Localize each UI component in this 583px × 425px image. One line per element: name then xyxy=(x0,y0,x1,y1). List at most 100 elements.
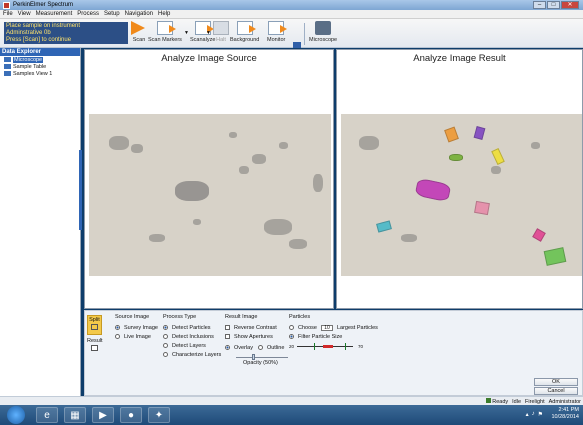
radio xyxy=(163,352,168,357)
outline-label: Outline xyxy=(266,344,285,351)
window-controls: – □ ✕ xyxy=(533,1,579,9)
flag-icon[interactable]: ⚑ xyxy=(538,411,543,418)
result-image-group: Result Image Reverse Contrast Show Apert… xyxy=(225,314,288,366)
tree-item-microscope[interactable]: Microscope xyxy=(0,56,80,63)
characterize-layers-option[interactable]: Characterize Layers xyxy=(163,350,221,359)
opacity-label: Opacity (50%) xyxy=(243,360,278,366)
browser-icon[interactable]: e xyxy=(36,407,58,423)
display-mode-options: Overlay Outline xyxy=(225,343,288,352)
detect-layers-option[interactable]: Detect Layers xyxy=(163,341,221,350)
ok-button[interactable]: OK xyxy=(534,378,578,386)
chrome-icon[interactable]: ● xyxy=(120,407,142,423)
opacity-slider[interactable] xyxy=(236,354,288,360)
spectrum-app-icon[interactable]: ✦ xyxy=(148,407,170,423)
tree-item-label: Sample Table xyxy=(13,63,47,70)
particles-group: Particles Choose 10 Largest Particles Fi… xyxy=(289,314,378,351)
sidebar-splitter[interactable] xyxy=(79,150,82,230)
network-icon[interactable]: ▴ xyxy=(526,411,529,418)
instruction-line-3: Press [Scan] to continue xyxy=(6,37,72,43)
tree-item-sample-table[interactable]: Sample Table xyxy=(0,63,80,70)
option-label: Live Image xyxy=(124,333,151,340)
source-panel-title: Analyze Image Source xyxy=(161,53,257,64)
scanalyze-dropdown-icon[interactable]: ▼ xyxy=(206,30,211,36)
menu-navigation[interactable]: Navigation xyxy=(125,11,153,17)
radio xyxy=(163,334,168,339)
clock-date: 10/28/2014 xyxy=(551,414,579,420)
scanalyze-button[interactable]: Scanalyze xyxy=(190,21,215,43)
survey-image-option[interactable]: Survey Image xyxy=(115,323,158,332)
background-button[interactable]: Background xyxy=(230,21,259,43)
scan-button[interactable]: Scan xyxy=(131,21,147,43)
particle-overlay xyxy=(474,200,490,216)
close-button[interactable]: ✕ xyxy=(561,1,579,9)
show-apertures-checkbox[interactable]: Show Apertures xyxy=(225,332,288,341)
result-view-button[interactable]: Result xyxy=(87,338,103,358)
result-image-panel: Analyze Image Result xyxy=(336,49,583,309)
reverse-contrast-checkbox[interactable]: Reverse Contrast xyxy=(225,323,288,332)
particle-overlay xyxy=(532,228,546,242)
media-player-icon[interactable]: ▶ xyxy=(92,407,114,423)
choose-option[interactable]: Choose 10 Largest Particles xyxy=(289,323,378,332)
toolbar-separator xyxy=(304,23,305,45)
app-icon xyxy=(3,1,10,9)
option-label: Detect Layers xyxy=(172,342,206,349)
live-image-option[interactable]: Live Image xyxy=(115,332,158,341)
status-firelight: Firelight xyxy=(525,398,545,405)
range-max-handle[interactable] xyxy=(345,343,346,350)
radio xyxy=(289,325,294,330)
particle-overlay xyxy=(543,247,567,266)
filter-size-option[interactable]: Filter Particle Size xyxy=(289,332,378,341)
menu-setup[interactable]: Setup xyxy=(104,11,120,17)
volume-icon[interactable]: ♪ xyxy=(532,411,535,418)
data-explorer-header: Data Explorer xyxy=(0,48,80,56)
tree-item-label: Microscope xyxy=(13,56,44,63)
menu-measurement[interactable]: Measurement xyxy=(36,11,73,17)
menu-help[interactable]: Help xyxy=(158,11,170,17)
scan-markers-dropdown-icon[interactable]: ▼ xyxy=(184,30,189,36)
option-label: Survey Image xyxy=(124,324,158,331)
menu-file[interactable]: File xyxy=(3,11,13,17)
slider-thumb[interactable] xyxy=(252,354,255,360)
outline-radio[interactable] xyxy=(257,345,263,350)
option-label: Detect Inclusions xyxy=(172,333,214,340)
scan-markers-button[interactable]: Scan Markers xyxy=(148,21,182,43)
radio xyxy=(115,334,120,339)
cancel-button[interactable]: Cancel xyxy=(534,387,578,395)
microscope-button[interactable]: Microscope xyxy=(309,21,337,43)
particle-overlay xyxy=(491,148,505,165)
radio xyxy=(163,343,168,348)
particle-count-input[interactable]: 10 xyxy=(320,324,333,331)
instruction-line-1: Place sample on instrument xyxy=(6,23,81,29)
start-button[interactable] xyxy=(7,406,25,424)
microscope-icon xyxy=(4,57,11,62)
range-max-label: 70 xyxy=(357,344,363,349)
view-icon xyxy=(4,71,11,76)
maximize-button[interactable]: □ xyxy=(547,1,560,9)
option-label: Detect Particles xyxy=(172,324,211,331)
explorer-icon[interactable]: ▦ xyxy=(64,407,86,423)
range-min-label: 20 xyxy=(289,344,295,349)
minimize-button[interactable]: – xyxy=(533,1,546,9)
detect-inclusions-option[interactable]: Detect Inclusions xyxy=(163,332,221,341)
clock[interactable]: 2:41 PM 10/28/2014 xyxy=(551,407,579,421)
ribbon-dropdown-icon[interactable] xyxy=(293,42,301,48)
particle-size-range-slider[interactable]: 20 70 xyxy=(289,343,363,351)
process-type-group: Process Type Detect Particles Detect Inc… xyxy=(163,314,221,359)
monitor-button[interactable]: Monitor xyxy=(267,21,288,43)
source-image-title: Source Image xyxy=(115,314,150,320)
monitor-icon xyxy=(268,21,288,35)
split-view-button[interactable]: Split xyxy=(87,315,102,335)
menu-view[interactable]: View xyxy=(18,11,31,17)
detect-particles-option[interactable]: Detect Particles xyxy=(163,323,221,332)
tree-item-samples-view[interactable]: Samples View 1 xyxy=(0,70,80,77)
microscope-icon xyxy=(315,21,332,35)
overlay-radio[interactable] xyxy=(225,345,230,350)
menu-process[interactable]: Process xyxy=(77,11,99,17)
halt-button[interactable]: Halt xyxy=(213,21,229,43)
scan-markers-label: Scan Markers xyxy=(148,37,182,43)
range-min-handle[interactable] xyxy=(314,343,315,350)
scanalyze-label: Scanalyze xyxy=(190,37,216,43)
split-icon xyxy=(91,324,98,330)
choose-label: Choose xyxy=(298,324,317,331)
status-ready-icon xyxy=(486,398,492,403)
